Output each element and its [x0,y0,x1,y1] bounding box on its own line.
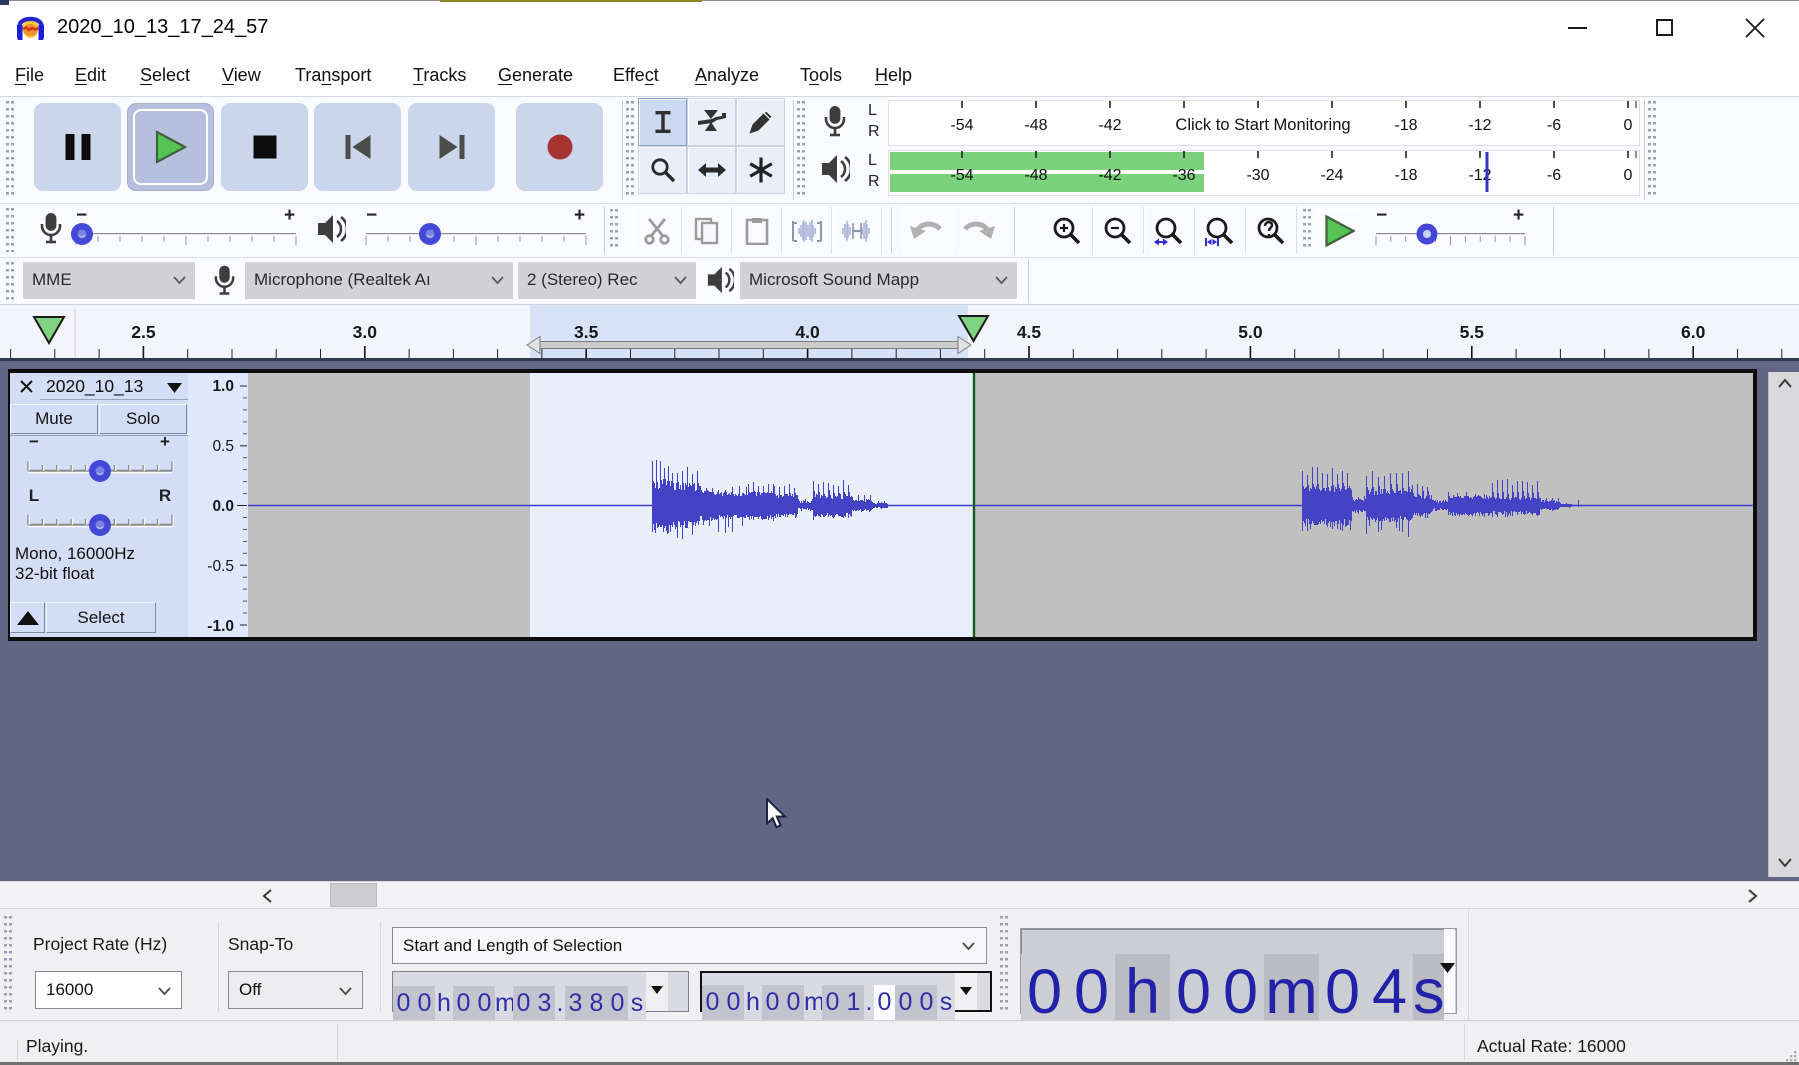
svg-text:-0.5: -0.5 [207,558,234,575]
svg-text:+: + [284,206,295,226]
svg-text:-1.0: -1.0 [207,618,234,635]
svg-text:0.0: 0.0 [212,498,234,515]
svg-text:L: L [29,486,39,505]
svg-text:4.5: 4.5 [1017,322,1042,342]
svg-text:-6: -6 [1547,117,1561,134]
svg-text:-48: -48 [1024,167,1047,184]
svg-text:-24: -24 [1320,167,1343,184]
svg-text:6.0: 6.0 [1681,322,1706,342]
svg-text:3.0: 3.0 [353,322,378,342]
svg-text:Click to Start Monitoring: Click to Start Monitoring [1175,116,1350,134]
svg-text:-42: -42 [1098,167,1121,184]
svg-text:5.0: 5.0 [1238,322,1263,342]
svg-text:-36: -36 [1172,167,1195,184]
svg-text:-42: -42 [1098,117,1121,134]
svg-text:-30: -30 [1246,167,1269,184]
svg-text:−: − [366,206,377,226]
svg-text:3.5: 3.5 [574,322,599,342]
svg-text:+: + [160,432,170,451]
svg-text:-18: -18 [1394,167,1417,184]
svg-text:0: 0 [1624,117,1633,134]
svg-text:-12: -12 [1468,117,1491,134]
svg-text:-6: -6 [1547,167,1561,184]
svg-text:4.0: 4.0 [795,322,820,342]
svg-text:-54: -54 [950,117,973,134]
svg-text:+: + [574,206,585,226]
svg-text:−: − [76,206,87,226]
svg-text:0: 0 [1624,167,1633,184]
svg-text:-18: -18 [1394,117,1417,134]
svg-text:0.5: 0.5 [212,438,234,455]
svg-text:1.0: 1.0 [212,378,234,395]
svg-text:-48: -48 [1024,117,1047,134]
svg-text:5.5: 5.5 [1460,322,1485,342]
svg-text:2.5: 2.5 [131,322,156,342]
svg-text:-54: -54 [950,167,973,184]
svg-text:−: − [29,432,39,451]
svg-text:+: + [1513,206,1524,226]
svg-text:R: R [159,486,171,505]
svg-text:−: − [1376,206,1387,226]
